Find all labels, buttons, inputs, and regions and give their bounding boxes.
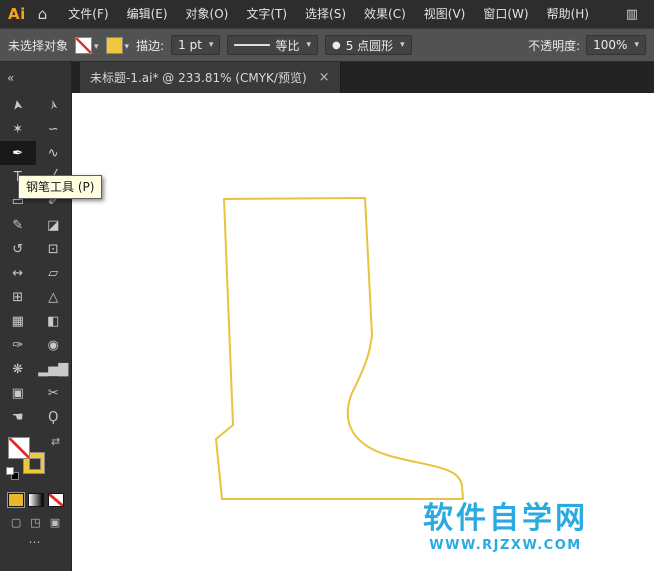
document-tab[interactable]: 未标题-1.ai* @ 233.81% (CMYK/预览) × <box>80 62 341 93</box>
stroke-profile-label: 等比 <box>275 37 299 54</box>
stroke-profile-dropdown[interactable]: 等比 ▾ <box>227 35 318 55</box>
watermark: 软件自学网 WWW.RJZXW.COM <box>423 502 588 553</box>
opacity-label: 不透明度: <box>528 37 580 54</box>
menu-select[interactable]: 选择(S) <box>296 0 355 28</box>
illustrator-window: Ai ⌂ 文件(F) 编辑(E) 对象(O) 文字(T) 选择(S) 效果(C)… <box>0 0 654 571</box>
brush-dot-icon: ● <box>332 40 341 51</box>
fill-color-control[interactable]: ▾ <box>75 37 99 54</box>
shape-builder-tool[interactable]: ⊞ <box>0 285 36 309</box>
stroke-weight-dropdown[interactable]: 1 pt ▾ <box>171 35 220 55</box>
mesh-tool[interactable]: ▦ <box>0 309 36 333</box>
opacity-dropdown[interactable]: 100% ▾ <box>586 35 646 55</box>
home-icon[interactable]: ⌂ <box>36 5 60 23</box>
drawing-modes-row: ▢ ◳ ▣ <box>0 516 71 529</box>
menu-object[interactable]: 对象(O) <box>177 0 238 28</box>
fill-none-swatch[interactable] <box>75 37 92 54</box>
document-tab-bar: « 未标题-1.ai* @ 233.81% (CMYK/预览) × <box>0 62 654 93</box>
draw-behind-mode-icon[interactable]: ◳ <box>30 516 40 529</box>
pencil-tool[interactable]: ✎ <box>0 213 36 237</box>
no-selection-label: 未选择对象 <box>8 37 68 54</box>
boot-outline-path <box>216 198 463 499</box>
zoom-tool[interactable]: Ϙ <box>36 405 72 429</box>
menu-bar: Ai ⌂ 文件(F) 编辑(E) 对象(O) 文字(T) 选择(S) 效果(C)… <box>0 0 654 28</box>
width-tool[interactable]: ↔ <box>0 261 36 285</box>
menu-type[interactable]: 文字(T) <box>237 0 296 28</box>
gradient-tool[interactable]: ◧ <box>36 309 72 333</box>
symbol-sprayer-tool[interactable]: ❋ <box>0 357 36 381</box>
stroke-weight-label: 描边: <box>136 37 164 54</box>
stroke-color-control[interactable]: ▾ <box>106 37 130 54</box>
hand-tool[interactable]: ☚ <box>0 405 36 429</box>
close-icon[interactable]: × <box>319 70 330 85</box>
column-graph-tool[interactable]: ▂▅▇ <box>36 357 72 381</box>
menu-file[interactable]: 文件(F) <box>59 0 117 28</box>
stroke-weight-value: 1 pt <box>178 38 202 52</box>
color-mode-row <box>8 493 71 507</box>
brush-dropdown[interactable]: ● 5 点圆形 ▾ <box>325 35 412 55</box>
chevron-down-icon: ▾ <box>306 40 311 50</box>
default-fill-stroke-button[interactable] <box>6 467 20 481</box>
tool-grid: ➤ ➢ ✶ ∽ ✒ ∿ T ╱ ▭ ✐ ✎ ◪ ↺ ⊡ ↔ ▱ ⊞ △ ▦ ◧ <box>0 93 71 429</box>
pen-tool-tooltip: 钢笔工具 (P) <box>18 175 102 199</box>
default-fill-icon <box>6 467 14 475</box>
menu-window[interactable]: 窗口(W) <box>474 0 537 28</box>
fill-stroke-cluster: ⇄ <box>6 437 70 485</box>
eraser-tool[interactable]: ◪ <box>36 213 72 237</box>
brush-name: 5 点圆形 <box>346 37 393 54</box>
watermark-site-name: 软件自学网 <box>423 502 588 535</box>
eyedropper-tool[interactable]: ✑ <box>0 333 36 357</box>
ai-logo: Ai <box>0 5 36 23</box>
draw-inside-mode-icon[interactable]: ▣ <box>50 516 60 529</box>
curvature-tool[interactable]: ∿ <box>36 141 72 165</box>
chevron-down-icon: ▾ <box>125 42 130 52</box>
rotate-tool[interactable]: ↺ <box>0 237 36 261</box>
none-button[interactable] <box>48 493 64 507</box>
artboard-tool[interactable]: ▣ <box>0 381 36 405</box>
chevron-down-icon: ▾ <box>94 42 99 52</box>
tools-panel: ➤ ➢ ✶ ∽ ✒ ∿ T ╱ ▭ ✐ ✎ ◪ ↺ ⊡ ↔ ▱ ⊞ △ ▦ ◧ <box>0 93 72 571</box>
draw-normal-mode-icon[interactable]: ▢ <box>11 516 21 529</box>
chevron-down-icon: ▾ <box>634 40 639 50</box>
free-transform-tool[interactable]: ▱ <box>36 261 72 285</box>
menu-view[interactable]: 视图(V) <box>415 0 475 28</box>
menu-effect[interactable]: 效果(C) <box>355 0 415 28</box>
menu-help[interactable]: 帮助(H) <box>538 0 598 28</box>
collapse-chevrons-icon: « <box>7 71 14 85</box>
opacity-control: 不透明度: 100% ▾ <box>528 35 646 55</box>
stroke-color-swatch[interactable] <box>106 37 123 54</box>
perspective-grid-tool[interactable]: △ <box>36 285 72 309</box>
menu-edit[interactable]: 编辑(E) <box>118 0 177 28</box>
more-tools-icon[interactable]: ⋯ <box>0 535 71 549</box>
document-tab-title: 未标题-1.ai* @ 233.81% (CMYK/预览) <box>90 69 307 86</box>
main-area: ➤ ➢ ✶ ∽ ✒ ∿ T ╱ ▭ ✐ ✎ ◪ ↺ ⊡ ↔ ▱ ⊞ △ ▦ ◧ <box>0 93 654 571</box>
chevron-down-icon: ▾ <box>209 40 214 50</box>
slice-tool[interactable]: ✂ <box>36 381 72 405</box>
stroke-profile-line-icon <box>234 44 270 46</box>
watermark-site-url: WWW.RJZXW.COM <box>423 539 588 553</box>
pen-tool[interactable]: ✒ <box>0 141 36 165</box>
swap-fill-stroke-icon[interactable]: ⇄ <box>51 435 60 448</box>
fill-swatch[interactable] <box>8 437 30 459</box>
canvas[interactable]: 软件自学网 WWW.RJZXW.COM <box>72 93 654 571</box>
gradient-button[interactable] <box>28 493 44 507</box>
color-button[interactable] <box>8 493 24 507</box>
artboard-artwork <box>72 93 654 571</box>
blend-tool[interactable]: ◉ <box>36 333 72 357</box>
opacity-value: 100% <box>593 38 627 52</box>
workspace-switcher-icon[interactable]: ▥ <box>610 7 654 22</box>
scale-tool[interactable]: ⊡ <box>36 237 72 261</box>
tooltip-text: 钢笔工具 (P) <box>26 180 94 194</box>
chevron-down-icon: ▾ <box>400 40 405 50</box>
control-bar: 未选择对象 ▾ ▾ 描边: 1 pt ▾ 等比 ▾ ● 5 点圆形 ▾ 不透明度… <box>0 28 654 62</box>
